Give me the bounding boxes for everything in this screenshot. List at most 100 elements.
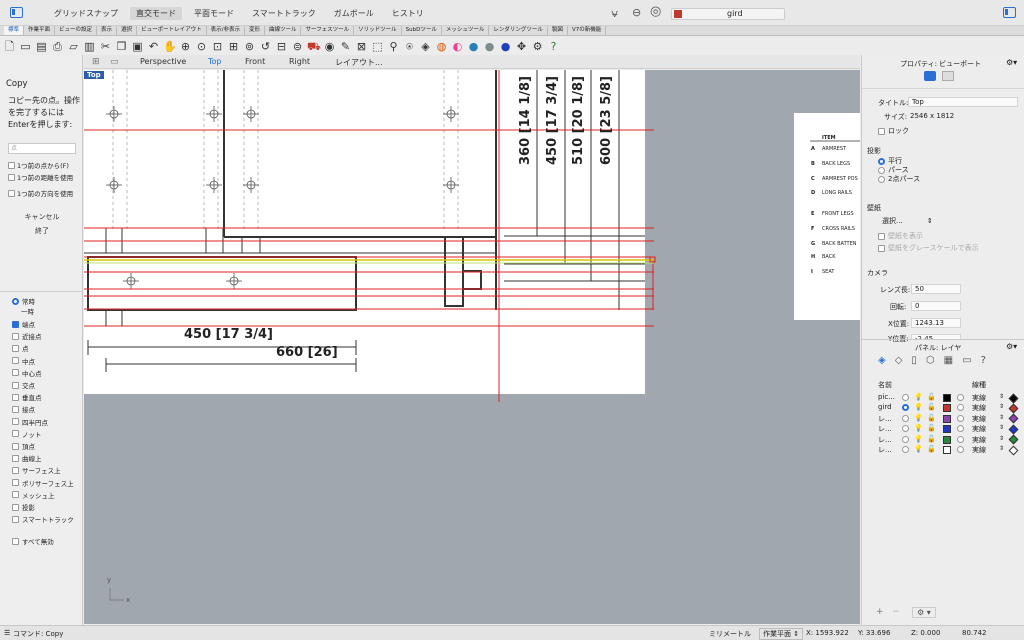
disable-all-osnaps[interactable]: すべて無効	[12, 536, 54, 546]
wallpaper-gray-checkbox[interactable]: 壁紙をグレースケールで表示	[878, 243, 979, 253]
tab-select[interactable]: 選択	[117, 26, 138, 35]
table-icon[interactable]: ▦	[944, 355, 953, 366]
smarttrack-toggle[interactable]: スマートトラック	[246, 7, 322, 20]
new-file-icon[interactable]: 🗋	[3, 40, 16, 53]
properties-icon[interactable]: ▥	[83, 40, 96, 53]
cplane-selector[interactable]: 作業平面 ⇕	[759, 628, 804, 640]
current-layer-selector[interactable]: gird	[671, 8, 785, 20]
rotate-view-icon[interactable]: ⊕	[179, 40, 192, 53]
import-icon[interactable]: ▱	[67, 40, 80, 53]
print-color-icon[interactable]	[1008, 403, 1019, 414]
add-layer-icon[interactable]: +	[876, 607, 884, 617]
chevron-icon[interactable]: ⇕	[999, 414, 1004, 421]
checkbox-icon[interactable]	[12, 405, 19, 413]
layers-settings-icon[interactable]: ⚙▾	[1006, 342, 1017, 351]
lightbulb-icon[interactable]: 💡	[914, 424, 923, 432]
lock-icon[interactable]: 🔓	[927, 424, 936, 432]
tab-render-tools[interactable]: レンダリングツール	[489, 26, 548, 35]
xpos-field[interactable]: 1243.13	[911, 318, 961, 328]
lock-icon[interactable]: 🔓	[927, 403, 936, 411]
zoom-extents-icon[interactable]: ⊞	[227, 40, 240, 53]
layer-name[interactable]: gird	[878, 403, 892, 411]
history-toggle[interactable]: ヒストリ	[386, 7, 430, 20]
pan-icon[interactable]: ✋	[163, 40, 177, 53]
print-color-icon[interactable]	[1008, 393, 1019, 403]
lightbulb-icon[interactable]: 💡	[914, 435, 923, 443]
osnap-option[interactable]: 投影	[12, 502, 35, 512]
zoom-icon[interactable]: ⊙	[195, 40, 208, 53]
checkbox-icon[interactable]	[12, 454, 19, 462]
lens-field[interactable]: 50	[911, 284, 961, 294]
remove-layer-icon[interactable]: −	[892, 607, 900, 617]
layers-icon[interactable]: ◈	[878, 355, 886, 366]
help-icon[interactable]: ?	[547, 40, 560, 53]
pencil-icon[interactable]: ✎	[339, 40, 352, 53]
tab-top[interactable]: Top	[208, 57, 222, 66]
gray-sphere-icon[interactable]: ●	[483, 40, 496, 53]
tab-solid-tools[interactable]: ソリッドツール	[354, 26, 402, 35]
layer-linetype[interactable]: 実線	[972, 403, 986, 413]
tab-transform[interactable]: 変形	[245, 26, 265, 35]
osnap-option[interactable]: 中点	[12, 356, 35, 366]
checkbox-icon[interactable]	[12, 332, 19, 340]
grid-snap-toggle[interactable]: グリッドスナップ	[48, 7, 124, 20]
layer-color-swatch[interactable]	[943, 425, 951, 434]
current-layer-radio[interactable]	[902, 404, 909, 412]
osnap-option[interactable]: 端点	[12, 319, 35, 329]
display-icon[interactable]: ▭	[962, 355, 971, 366]
osnap-option[interactable]: 垂直点	[12, 392, 42, 402]
undo-view-icon[interactable]: ⊖	[632, 6, 641, 19]
osnap-option[interactable]: スマートトラック	[12, 514, 74, 524]
option-from-previous[interactable]: 1つ前の点から(F)	[8, 160, 69, 170]
layer-name[interactable]: レ...	[878, 424, 892, 434]
point-input[interactable]: 点	[8, 143, 76, 154]
copy-icon[interactable]: ❐	[115, 40, 128, 53]
checkbox-icon[interactable]	[878, 244, 885, 252]
gumball-toggle[interactable]: ガムボール	[328, 7, 380, 20]
sphere-icon[interactable]: ●	[467, 40, 480, 53]
osnap-option[interactable]: ポリサーフェス上	[12, 478, 74, 488]
car-icon[interactable]: ⛟	[307, 40, 321, 53]
checkbox-icon[interactable]	[12, 479, 19, 487]
open-file-icon[interactable]: ▭	[19, 40, 32, 53]
tab-mesh-tools[interactable]: メッシュツール	[442, 26, 490, 35]
tab-standard[interactable]: 標準	[4, 26, 25, 35]
layer-name[interactable]: レ...	[878, 435, 892, 445]
tab-front[interactable]: Front	[245, 57, 265, 66]
render-icon[interactable]: ◈	[419, 40, 432, 53]
lock-icon[interactable]: 🔓	[927, 445, 936, 453]
wallpaper-show-checkbox[interactable]: 壁紙を表示	[878, 231, 923, 241]
options-icon[interactable]: ⚙	[531, 40, 544, 53]
checkbox-icon[interactable]	[12, 466, 19, 474]
osnap-option[interactable]: 頂点	[12, 441, 35, 451]
tab-viewport-layout[interactable]: ビューポートレイアウト	[137, 26, 207, 35]
layer-row[interactable]: レ... 💡 🔓 実線 ⇕	[862, 424, 1024, 435]
chevron-icon[interactable]: ⇕	[999, 403, 1004, 410]
osnap-option[interactable]: サーフェス上	[12, 465, 61, 475]
tab-subd-tools[interactable]: SubDツール	[402, 26, 442, 35]
cplane-icon[interactable]: ⊟	[275, 40, 288, 53]
lock-icon[interactable]: 🔓	[927, 435, 936, 443]
record-icon[interactable]: ◎	[650, 4, 661, 19]
checkbox-icon[interactable]	[12, 381, 19, 389]
layer-name[interactable]: レ...	[878, 445, 892, 455]
osnap-once-label[interactable]: 一時	[21, 306, 34, 316]
finish-button[interactable]: 終了	[18, 226, 66, 237]
document-icon[interactable]: ▯	[911, 355, 917, 366]
material-icon[interactable]	[957, 394, 964, 401]
osnap-option[interactable]: メッシュ上	[12, 490, 55, 500]
print-icon[interactable]: ⎙	[51, 40, 64, 53]
grid-layout-icon[interactable]: ⊞	[92, 57, 100, 67]
current-layer-radio[interactable]	[902, 414, 909, 422]
drawing-canvas[interactable]: 360 [14 1/8] 450 [17 3/4] 510 [20 1/8] 6…	[84, 70, 860, 624]
panel-settings-icon[interactable]: ⚙▾	[1006, 58, 1017, 67]
lock-icon[interactable]: 🔓	[927, 393, 936, 401]
current-layer-radio[interactable]	[902, 446, 909, 453]
checkbox-icon[interactable]	[878, 232, 885, 240]
color-wheel-icon[interactable]: ◐	[451, 40, 464, 53]
light-icon[interactable]: ⚲	[387, 40, 400, 53]
material-icon[interactable]	[957, 435, 964, 443]
radio-icon[interactable]	[878, 175, 885, 183]
material-icon[interactable]	[957, 404, 964, 412]
layer-row[interactable]: レ... 💡 🔓 実線 ⇕	[862, 435, 1024, 445]
